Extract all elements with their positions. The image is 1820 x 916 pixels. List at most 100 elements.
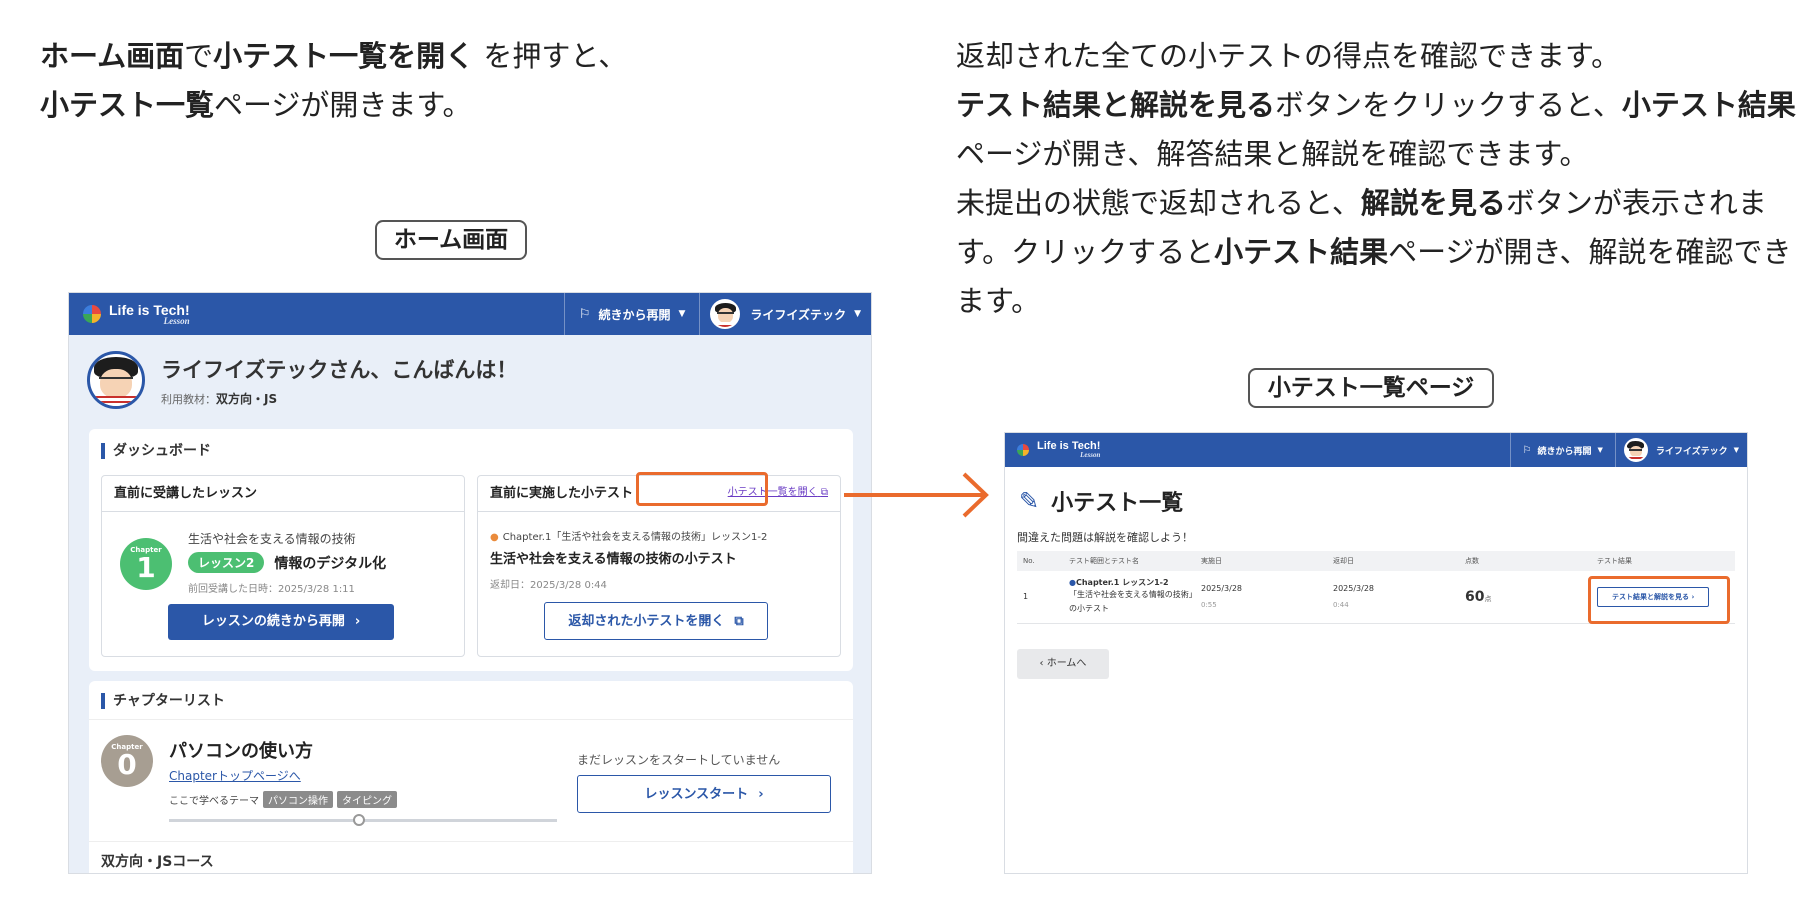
back-home-button[interactable]: ‹ ホームへ [1017, 649, 1109, 679]
column-header: 実施日 [1195, 551, 1327, 571]
last-lesson-title: 直前に受講したレッスン [102, 476, 464, 512]
chapter-badge: Chapter 0 [101, 735, 153, 787]
desc-bold: 解説を見る [1360, 186, 1506, 220]
chapter-top-link[interactable]: Chapterトップページへ [169, 767, 301, 784]
chevron-left-icon: ‹ [1039, 658, 1044, 669]
home-screen-screenshot: Life is Tech! Lesson ⚐ 続きから再開 ▼ ライフイズテック … [68, 292, 872, 874]
chapter-list-title: チャプターリスト [101, 693, 225, 709]
resume-lesson-label: レッスンの続きから再開 [201, 614, 345, 629]
desc-bold: テスト結果と解説を見る [956, 88, 1276, 122]
user-menu-button[interactable]: ライフイズテック ▼ [699, 293, 871, 335]
desc-text: ページが開きます。 [214, 88, 472, 122]
logo-icon [1017, 444, 1029, 456]
open-returned-quiz-button[interactable]: 返却された小テストを開く ⧉ [544, 602, 768, 640]
user-menu-button[interactable]: ライフイズテック ▼ [1614, 433, 1747, 467]
last-quiz-title: 直前に実施した小テスト [490, 486, 634, 501]
flag-icon: ⚐ [1522, 444, 1532, 456]
resume-label: 続きから再開 [1537, 446, 1592, 457]
column-header: 返却日 [1327, 551, 1459, 571]
row-name: 「生活や社会を支える情報の技術」の小テスト [1069, 590, 1193, 614]
avatar [710, 299, 741, 329]
chapter-number: 1 [136, 551, 156, 584]
quiz-title: 生活や社会を支える情報の技術の小テスト [490, 552, 737, 567]
slider-knob [353, 814, 365, 826]
course-label: 双方向・JSコース [101, 854, 214, 870]
last-lesson-card: 直前に受講したレッスン Chapter 1 生活や社会を支える情報の技術 レッス… [101, 475, 465, 657]
dot-icon: ● [1069, 578, 1076, 588]
lesson-start-label: レッスンスタート [644, 786, 749, 802]
material-label: 利用教材： [161, 392, 216, 406]
avatar [87, 351, 145, 409]
caret-down-icon: ▼ [678, 309, 686, 319]
desc-text: を押すと、 [474, 39, 628, 73]
app-header: Life is Tech! Lesson ⚐ 続きから再開 ▼ ライフイズテック … [69, 293, 871, 335]
theme-label: ここで学べるテーマ [169, 796, 259, 807]
desc-text: で [184, 39, 214, 73]
dot-icon: ● [490, 532, 499, 543]
greeting: ライフイズテックさん、こんばんは！ 利用教材：双方向・JS [87, 351, 517, 409]
row-done-date: 2025/3/28 [1201, 584, 1243, 594]
desc-open-list: 小テスト一覧を開く [213, 39, 475, 73]
desc-text: ページが開き、解答結果と解説を確認できます。 [956, 137, 1589, 171]
chevron-right-icon: › [758, 786, 764, 802]
row-return-time: 0:44 [1333, 601, 1349, 610]
row-done-time: 0:55 [1201, 601, 1217, 610]
caret-down-icon: ▼ [1733, 446, 1739, 454]
user-name: ライフイズテック [750, 307, 847, 322]
caret-down-icon: ▼ [854, 309, 861, 319]
lesson-name: 情報のデジタル化 [274, 555, 387, 572]
column-header: テスト結果 [1591, 551, 1735, 571]
quiz-return-date: 返却日：2025/3/28 0:44 [490, 580, 607, 591]
resume-menu-button[interactable]: ⚐ 続きから再開 ▼ [563, 293, 700, 335]
chapter-status: まだレッスンをスタートしていません [577, 753, 781, 767]
desc-quiz-list: 小テスト一覧 [40, 88, 215, 122]
page-title: 小テスト一覧 [1051, 491, 1184, 516]
chapter-themes: ここで学べるテーマ パソコン操作 タイピング [169, 791, 397, 808]
resume-menu-button[interactable]: ⚐ 続きから再開 ▼ [1509, 433, 1615, 467]
theme-tag: パソコン操作 [263, 791, 333, 808]
lesson-start-button[interactable]: レッスンスタート › [577, 775, 831, 813]
row-return: 2025/3/28 0:44 [1327, 571, 1459, 624]
user-name: ライフイズテック [1655, 446, 1728, 457]
resume-label: 続きから再開 [598, 307, 671, 322]
row-test-name: ●Chapter.1 レッスン1-2 「生活や社会を支える情報の技術」の小テスト [1063, 571, 1195, 624]
column-header: 点数 [1459, 551, 1591, 571]
desc-text: ボタンをクリックすると、 [1275, 88, 1622, 122]
external-link-icon: ⧉ [820, 487, 828, 498]
logo[interactable]: Life is Tech! Lesson [1017, 441, 1100, 459]
quiz-chapter: ● Chapter.1「生活や社会を支える情報の技術」レッスン1-2 [490, 528, 767, 543]
quiz-chapter-text: Chapter.1「生活や社会を支える情報の技術」レッスン1-2 [502, 532, 768, 543]
logo-subtitle: Lesson [1080, 451, 1101, 459]
app-header: Life is Tech! Lesson ⚐ 続きから再開 ▼ ライフイズテック … [1005, 433, 1747, 467]
logo[interactable]: Life is Tech! Lesson [83, 303, 190, 326]
avatar [1623, 438, 1648, 462]
desc-line: 返却された全ての小テストの得点を確認できます。 [956, 39, 1621, 73]
external-link-icon: ⧉ [734, 613, 744, 629]
open-returned-label: 返却された小テストを開く [568, 613, 725, 629]
logo-icon [83, 305, 101, 323]
row-return-date: 2025/3/28 [1333, 584, 1375, 594]
row-chapter: Chapter.1 レッスン1-2 [1075, 578, 1169, 588]
desc-bold: 小テスト結果 [1621, 88, 1796, 122]
caption-quiz-list: 小テスト一覧ページ [1248, 368, 1494, 408]
highlight-open-quiz-list [636, 472, 768, 506]
chapter-number: 0 [117, 748, 137, 781]
right-description: 返却された全ての小テストの得点を確認できます。 テスト結果と解説を見るボタンをク… [956, 32, 1796, 326]
chevron-right-icon: › [354, 614, 361, 629]
material-value: 双方向・JS [216, 391, 278, 406]
material-info: 利用教材：双方向・JS [161, 390, 517, 407]
score-unit: 点 [1484, 594, 1492, 603]
caption-home-screen: ホーム画面 [375, 220, 527, 260]
lesson-course: 生活や社会を支える情報の技術 [188, 532, 356, 546]
flag-icon: ⚐ [578, 306, 591, 322]
chapter-list-panel: チャプターリスト Chapter 0 パソコンの使い方 Chapterトップペー… [89, 681, 853, 873]
row-score: 60点 [1459, 571, 1591, 624]
highlight-view-result [1588, 576, 1730, 624]
resume-lesson-button[interactable]: レッスンの続きから再開 › [168, 604, 394, 640]
caret-down-icon: ▼ [1597, 446, 1603, 454]
desc-bold: 小テスト結果 [1214, 235, 1389, 269]
desc-text: 未提出の状態で返却されると、 [956, 186, 1361, 220]
chapter-title: パソコンの使い方 [169, 741, 313, 762]
row-done: 2025/3/28 0:55 [1195, 571, 1327, 624]
pencil-icon: ✎ [1019, 487, 1040, 515]
